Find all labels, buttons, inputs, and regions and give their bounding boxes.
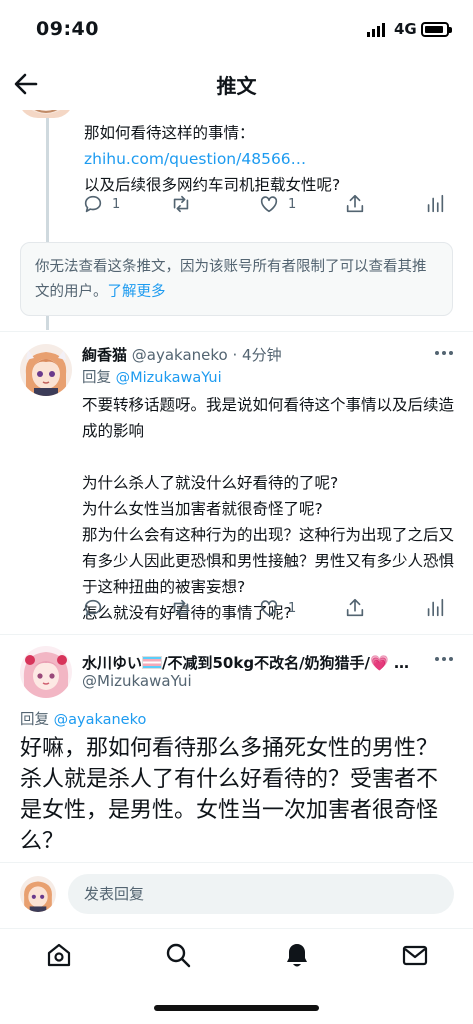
tweet-actions: 1 1	[82, 192, 452, 216]
display-name[interactable]: 水川ゆい/不减到50kg不改名/奶狗猎手/💗 …	[82, 652, 452, 673]
battery-icon	[421, 22, 452, 37]
tweet-actions: 1	[82, 596, 452, 620]
tweet-author[interactable]: 絢香猫 @ayakaneko · 4分钟	[82, 344, 282, 365]
notice-text: 你无法查看这条推文，因为该账号所有者限制了可以查看其推文的用户。	[35, 259, 427, 300]
display-name-part: /不减到50kg不改名/奶狗猎手/	[162, 654, 371, 672]
reply-icon	[84, 599, 102, 617]
analytics-icon	[427, 598, 444, 617]
retweet-icon	[173, 599, 189, 617]
network-type: 4G	[394, 20, 417, 38]
restricted-tweet-notice: 你无法查看这条推文，因为该账号所有者限制了可以查看其推文的用户。了解更多	[20, 242, 453, 316]
analytics-button[interactable]	[424, 192, 446, 216]
retweet-button[interactable]	[170, 596, 200, 620]
page-title: 推文	[216, 74, 257, 98]
home-indicator	[154, 1005, 319, 1011]
reply-composer: 发表回复	[0, 862, 473, 926]
reply-input[interactable]: 发表回复	[68, 874, 454, 914]
tweet-text: 好嘛，那如何看待那么多捅死女性的男性？杀人就是杀人了有什么好看待的？受害者不是女…	[20, 736, 439, 854]
display-name: 絢香猫	[82, 346, 128, 364]
retweet-icon	[173, 195, 189, 213]
status-time: 09:40	[36, 18, 99, 40]
search-icon[interactable]	[164, 941, 192, 969]
tweet-link[interactable]: zhihu.com/question/48566…	[84, 150, 306, 168]
more-options-icon[interactable]	[434, 656, 454, 662]
like-count: 1	[288, 196, 297, 212]
avatar	[20, 876, 56, 912]
share-icon	[346, 194, 364, 213]
share-button[interactable]	[344, 596, 366, 620]
more-options-icon[interactable]	[434, 350, 454, 356]
home-icon[interactable]	[45, 941, 73, 969]
handle-and-time: @ayakaneko · 4分钟	[131, 346, 282, 364]
tweet-text: 那如何看待这样的事情：zhihu.com/question/48566… 以及后…	[84, 120, 454, 198]
messages-mail-icon[interactable]	[401, 941, 429, 969]
heart-icon	[260, 600, 278, 617]
retweet-button[interactable]	[170, 192, 200, 216]
replying-to: 回复 @MizukawaYui	[82, 366, 222, 387]
avatar[interactable]	[20, 646, 72, 698]
tweet-text-prefix: 那如何看待这样的事情：	[84, 124, 255, 142]
reply-to-handle[interactable]: @ayakaneko	[54, 712, 147, 728]
trans-flag-icon	[142, 656, 163, 669]
reply-to-handle[interactable]: @MizukawaYui	[116, 370, 222, 386]
heart-emoji: 💗	[370, 654, 389, 672]
reply-icon	[84, 195, 102, 213]
reply-button[interactable]: 1	[82, 192, 120, 216]
like-count: 1	[288, 600, 297, 616]
divider	[0, 634, 473, 635]
avatar[interactable]	[20, 344, 72, 396]
share-button[interactable]	[344, 192, 366, 216]
reply-button[interactable]	[82, 596, 112, 620]
display-name-ellipsis: …	[393, 654, 409, 672]
tweet-text: 不要转移话题呀。我是说如何看待这个事情以及后续造成的影响 为什么杀人了就没什么好…	[82, 396, 455, 622]
replying-to: 回复 @ayakaneko	[20, 708, 146, 729]
like-button[interactable]: 1	[258, 596, 296, 620]
notifications-bell-icon[interactable]	[283, 941, 311, 969]
reply-count: 1	[112, 196, 121, 212]
heart-icon	[260, 196, 278, 213]
reply-prefix: 回复	[82, 370, 116, 386]
analytics-icon	[427, 194, 444, 213]
status-bar: 09:40 4G	[0, 0, 473, 56]
handle[interactable]: @MizukawaYui	[82, 672, 192, 690]
divider	[0, 331, 473, 332]
learn-more-link[interactable]: 了解更多	[108, 284, 166, 300]
share-icon	[346, 598, 364, 617]
analytics-button[interactable]	[424, 596, 446, 620]
like-button[interactable]: 1	[258, 192, 296, 216]
cellular-signal-icon	[367, 23, 385, 37]
display-name-part: 水川ゆい	[82, 654, 143, 672]
top-header: 推文	[0, 58, 473, 110]
reply-prefix: 回复	[20, 712, 54, 728]
